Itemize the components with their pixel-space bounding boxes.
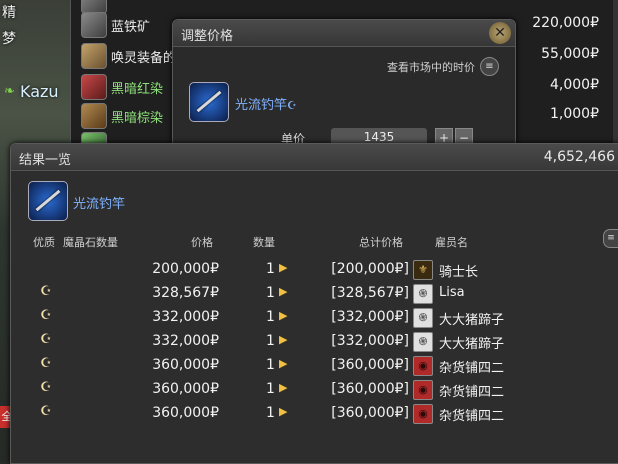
kugane-city-icon: ◉	[413, 380, 433, 400]
listing-total: [200,000₽]	[331, 261, 409, 277]
hq-icon: ☪	[40, 404, 52, 419]
market-item-price: 220,000₽	[532, 15, 599, 31]
leaf-icon: ❧	[4, 84, 15, 99]
header-hq[interactable]: 优质	[33, 234, 55, 250]
gil-total: 4,652,466	[543, 149, 615, 165]
arrow-right-icon: ▶	[279, 381, 288, 394]
result-title: 结果一览	[19, 153, 72, 168]
adjust-title: 调整价格	[181, 29, 234, 44]
arrow-right-icon: ▶	[279, 285, 288, 298]
item-thumbnail-icon	[81, 43, 107, 69]
header-total-price[interactable]: 总计价格	[359, 234, 403, 250]
listing-price: 332,000₽	[152, 309, 219, 325]
market-item-price: 4,000₽	[550, 77, 599, 93]
listing-price: 332,000₽	[152, 333, 219, 349]
fishing-rod-icon[interactable]	[189, 82, 229, 122]
result-item-name: 光流钓竿	[73, 197, 126, 212]
market-scrollbar[interactable]	[613, 0, 618, 148]
listing-row[interactable]: ☪ 360,000₽ 1 ▶ [360,000₽] ◉ 杂货铺四二	[11, 354, 618, 378]
retainer-name: 杂货铺四二	[439, 385, 505, 400]
listing-quantity: 1	[266, 405, 275, 421]
listing-total: [328,567₽]	[331, 285, 409, 301]
result-list-window: 结果一览 4,652,466 光流钓竿 优质 魔晶石数量 价格 数量 总计价格 …	[10, 143, 618, 464]
market-item-price: 55,000₽	[541, 46, 599, 62]
hq-icon: ☪	[40, 284, 52, 299]
header-quantity[interactable]: 数量	[253, 234, 275, 250]
listing-price: 360,000₽	[152, 381, 219, 397]
hq-icon: ☪	[40, 356, 52, 371]
item-thumbnail-icon	[81, 74, 107, 100]
listing-total: [360,000₽]	[331, 357, 409, 373]
close-button[interactable]: ✕	[489, 22, 511, 44]
listing-price: 360,000₽	[152, 357, 219, 373]
market-item-name: 黑暗红染	[111, 82, 164, 97]
market-item-price: 1,000₽	[550, 106, 599, 122]
listing-row[interactable]: ☪ 332,000₽ 1 ▶ [332,000₽] ֍ 大大猪蹄子	[11, 306, 618, 330]
listing-quantity: 1	[266, 285, 275, 301]
item-thumbnail-icon	[81, 12, 107, 38]
listing-quantity: 1	[266, 381, 275, 397]
close-icon: ✕	[494, 25, 506, 41]
header-retainer[interactable]: 雇员名	[435, 234, 468, 250]
adjust-item-name: 光流钓竿☪	[235, 94, 297, 113]
listing-price: 328,567₽	[152, 285, 219, 301]
item-thumbnail-icon	[81, 103, 107, 129]
hq-icon: ☪	[287, 99, 297, 112]
listing-total: [360,000₽]	[331, 381, 409, 397]
ishgard-city-icon: ֍	[413, 332, 433, 352]
listing-price: 360,000₽	[152, 405, 219, 421]
ishgard-city-icon: ֍	[413, 284, 433, 304]
sort-icon[interactable]: ≡	[603, 229, 618, 248]
retainer-name: 大大猪蹄子	[439, 313, 505, 328]
listing-row[interactable]: 200,000₽ 1 ▶ [200,000₽] ⚜ 骑士长	[11, 258, 618, 282]
fishing-rod-icon[interactable]	[28, 181, 68, 221]
hq-icon: ☪	[40, 308, 52, 323]
kugane-city-icon: ◉	[413, 356, 433, 376]
market-item-name: 蓝铁矿	[111, 20, 151, 35]
result-titlebar[interactable]	[11, 144, 618, 171]
hq-icon: ☪	[40, 332, 52, 347]
listing-total: [332,000₽]	[331, 333, 409, 349]
listing-price: 200,000₽	[152, 261, 219, 277]
retainer-name: 杂货铺四二	[439, 409, 505, 424]
ishgard-city-icon: ֍	[413, 308, 433, 328]
retainer-name: 骑士长	[439, 265, 479, 280]
arrow-right-icon: ▶	[279, 309, 288, 322]
list-icon[interactable]: ≡	[480, 57, 499, 76]
retainer-name: Lisa	[439, 285, 465, 300]
retainer-name: 杂货铺四二	[439, 361, 505, 376]
listing-quantity: 1	[266, 333, 275, 349]
retainer-name: 大大猪蹄子	[439, 337, 505, 352]
listing-row[interactable]: ☪ 332,000₽ 1 ▶ [332,000₽] ֍ 大大猪蹄子	[11, 330, 618, 354]
hq-icon: ☪	[40, 380, 52, 395]
listing-total: [360,000₽]	[331, 405, 409, 421]
arrow-right-icon: ▶	[279, 333, 288, 346]
kugane-city-icon: ◉	[413, 404, 433, 424]
arrow-right-icon: ▶	[279, 357, 288, 370]
listing-quantity: 1	[266, 309, 275, 325]
arrow-right-icon: ▶	[279, 261, 288, 274]
market-item-name: 唤灵装备的	[111, 51, 177, 66]
market-item-name: 黑暗棕染	[111, 111, 164, 126]
view-market-price-link[interactable]: 查看市场中的时价	[387, 59, 475, 75]
adjust-price-window: 调整价格 ✕ 查看市场中的时价 ≡ 光流钓竿☪ 单价 1435 + −	[172, 19, 516, 151]
gridania-city-icon: ⚜	[413, 260, 433, 280]
header-materia[interactable]: 魔晶石数量	[63, 234, 118, 250]
player-nameplate: Kazu	[20, 82, 59, 101]
item-name-text: 光流钓竿	[235, 98, 288, 113]
listing-row[interactable]: ☪ 360,000₽ 1 ▶ [360,000₽] ◉ 杂货铺四二	[11, 402, 618, 426]
arrow-right-icon: ▶	[279, 405, 288, 418]
listing-quantity: 1	[266, 357, 275, 373]
listing-quantity: 1	[266, 261, 275, 277]
scene-text-2: 梦	[2, 31, 16, 47]
listing-row[interactable]: ☪ 360,000₽ 1 ▶ [360,000₽] ◉ 杂货铺四二	[11, 378, 618, 402]
listing-row[interactable]: ☪ 328,567₽ 1 ▶ [328,567₽] ֍ Lisa	[11, 282, 618, 306]
scene-text: 精	[2, 5, 16, 21]
listing-total: [332,000₽]	[331, 309, 409, 325]
header-price[interactable]: 价格	[191, 234, 213, 250]
